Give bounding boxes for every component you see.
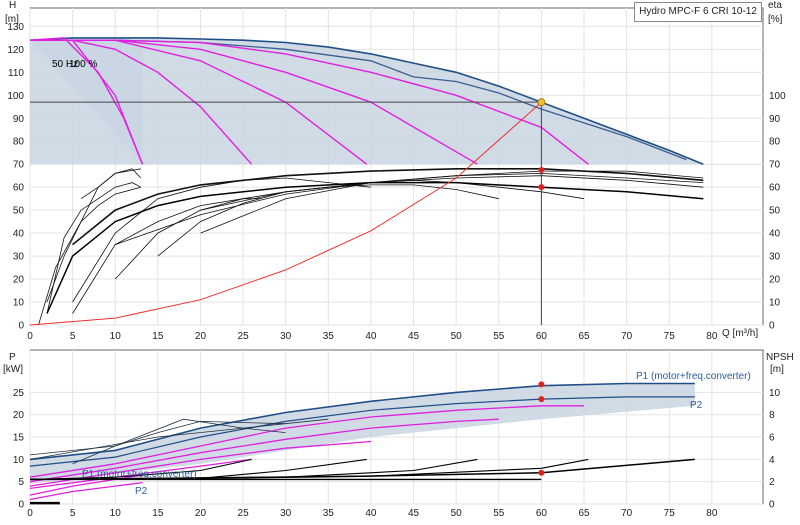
top-y2-tick-label: 60: [769, 183, 781, 194]
top-y-tick-label: 20: [13, 275, 25, 286]
bottom-x-tick-label: 70: [621, 508, 633, 519]
bottom-y-unit: [kW]: [3, 364, 23, 375]
npsh-point: [538, 469, 545, 476]
annot-percent: 100 %: [69, 59, 97, 70]
bottom-y2-tick-label: 6: [769, 433, 775, 444]
top-x-tick-label: 5: [70, 331, 76, 342]
bottom-x-tick-label: 15: [152, 508, 164, 519]
top-y-label: H: [9, 0, 16, 11]
top-y2-tick-label: 0: [769, 321, 775, 332]
bottom-x-tick-label: 75: [664, 508, 676, 519]
bottom-y2-tick-label: 0: [769, 500, 775, 511]
bottom-x-tick-label: 30: [280, 508, 292, 519]
label-p2-bottom: P2: [135, 486, 148, 497]
p2-point: [538, 396, 545, 403]
top-y-unit: [m]: [5, 14, 19, 25]
bottom-x-tick-label: 10: [110, 508, 122, 519]
top-y2-label: eta: [768, 0, 782, 11]
top-x-tick-label: 75: [664, 331, 676, 342]
bottom-y2-label: NPSH: [766, 352, 794, 363]
chart-title: Hydro MPC-F 6 CRI 10-12: [634, 2, 762, 22]
bottom-x-tick-label: 35: [323, 508, 335, 519]
bottom-x-tick-label: 45: [408, 508, 420, 519]
top-x-tick-label: 35: [323, 331, 335, 342]
top-x-tick-label: 50: [451, 331, 463, 342]
bottom-y-tick-label: 10: [13, 455, 25, 466]
bottom-x-tick-label: 0: [27, 508, 33, 519]
top-y-tick-label: 0: [18, 321, 24, 332]
top-x-tick-label: 0: [27, 331, 33, 342]
bottom-x-tick-label: 80: [706, 508, 718, 519]
bottom-y-tick-label: 5: [18, 477, 24, 488]
top-x-label: Q [m³/h]: [722, 328, 758, 339]
bottom-y2-tick-label: 10: [769, 388, 781, 399]
bottom-y-tick-label: 25: [13, 388, 25, 399]
top-y2-tick-label: 30: [769, 252, 781, 263]
top-y-tick-label: 120: [7, 45, 24, 56]
bottom-x-tick-label: 40: [365, 508, 377, 519]
bottom-y-label: P: [9, 352, 16, 363]
p1-point: [538, 381, 545, 388]
top-x-tick-label: 55: [493, 331, 505, 342]
top-y-tick-label: 60: [13, 183, 25, 194]
bottom-y-tick-label: 20: [13, 410, 25, 421]
top-x-tick-label: 30: [280, 331, 292, 342]
top-y-tick-label: 90: [13, 114, 25, 125]
eta-point-2: [538, 184, 545, 191]
top-x-tick-label: 65: [578, 331, 590, 342]
bottom-x-tick-label: 50: [451, 508, 463, 519]
chart-svg: 0055101015152020252530303535404045455050…: [3, 0, 794, 519]
bottom-x-tick-label: 60: [536, 508, 548, 519]
label-p1-bottom: P1 (motor+freq.converter): [82, 469, 197, 480]
top-y2-tick-label: 70: [769, 160, 781, 171]
top-y-tick-label: 10: [13, 298, 25, 309]
bottom-y2-tick-label: 8: [769, 410, 775, 421]
bottom-x-tick-label: 20: [195, 508, 207, 519]
top-y2-tick-label: 90: [769, 114, 781, 125]
eta-point-1: [538, 166, 545, 173]
top-y-tick-label: 110: [8, 68, 24, 79]
duty-point: [537, 98, 546, 107]
bottom-y2-tick-label: 4: [769, 455, 775, 466]
top-y-tick-label: 50: [13, 206, 25, 217]
top-x-tick-label: 40: [365, 331, 377, 342]
top-x-tick-label: 10: [110, 331, 122, 342]
top-x-tick-label: 45: [408, 331, 420, 342]
top-y2-tick-label: 100: [769, 91, 786, 102]
pump-curve-chart: 0 0 5 5 10 10 15 15 20 20 25 25 30 30 35 35 40 40 45 45 50 50…: [0, 0, 800, 520]
top-y-tick-label: 70: [13, 160, 25, 171]
top-x-tick-label: 20: [195, 331, 207, 342]
bottom-y-tick-label: 15: [13, 433, 25, 444]
top-x-tick-label: 25: [238, 331, 250, 342]
top-y2-tick-label: 10: [769, 298, 781, 309]
bottom-x-tick-label: 5: [70, 508, 76, 519]
top-y2-tick-label: 80: [769, 137, 781, 148]
top-x-tick-label: 70: [621, 331, 633, 342]
top-y2-tick-label: 50: [769, 206, 781, 217]
top-y-tick-label: 80: [13, 137, 25, 148]
top-x-tick-label: 60: [536, 331, 548, 342]
top-y-tick-label: 30: [13, 252, 25, 263]
top-y2-tick-label: 20: [769, 275, 781, 286]
bottom-y2-tick-label: 2: [769, 477, 775, 488]
top-x-tick-label: 80: [706, 331, 718, 342]
label-p2-top: P2: [690, 400, 703, 411]
bottom-y-tick-label: 0: [18, 500, 24, 511]
bottom-y2-unit: [m]: [770, 364, 784, 375]
bottom-x-tick-label: 25: [238, 508, 250, 519]
bottom-x-tick-label: 55: [493, 508, 505, 519]
top-x-tick-label: 15: [152, 331, 164, 342]
top-y-tick-label: 100: [7, 91, 24, 102]
top-y2-unit: [%]: [768, 14, 783, 25]
label-p1-top: P1 (motor+freq.converter): [636, 371, 751, 382]
top-y-tick-label: 40: [13, 229, 25, 240]
bottom-x-tick-label: 65: [578, 508, 590, 519]
top-y2-tick-label: 40: [769, 229, 781, 240]
